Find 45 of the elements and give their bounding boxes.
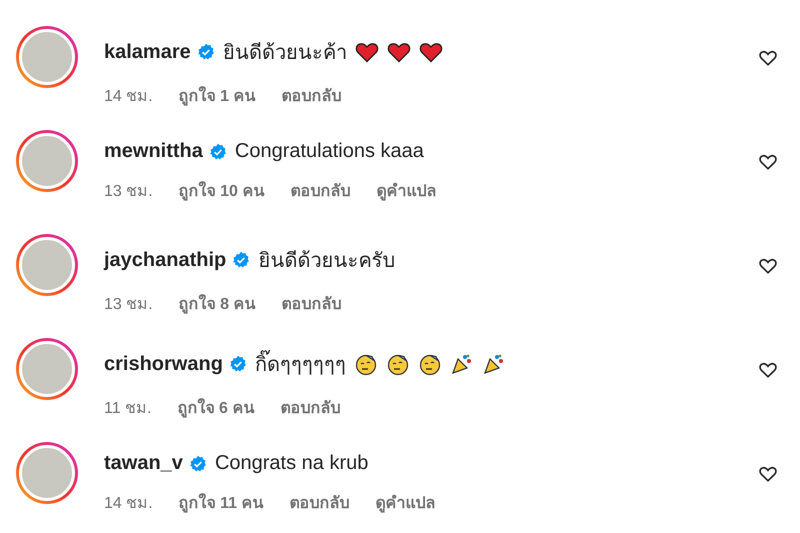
reply-link[interactable]: ตอบกลับ [290, 490, 350, 515]
comment-text: ยินดีด้วยนะค้า [222, 41, 347, 66]
party-popper-icon [482, 352, 506, 376]
avatar-placeholder [19, 445, 75, 501]
heart-outline-icon[interactable] [758, 152, 778, 172]
comment-time: 13 ชม. [104, 182, 153, 202]
avatar-placeholder [19, 29, 75, 85]
translate-link[interactable]: ดูคำแปล [376, 490, 436, 515]
reply-link[interactable]: ตอบกลับ [281, 291, 342, 316]
heart-icon [418, 40, 443, 64]
translate-link[interactable]: ดูคำแปล [376, 178, 436, 203]
avatar-placeholder [19, 341, 75, 397]
party-face-icon [418, 352, 442, 376]
comment-time: 11 ชม. [104, 399, 152, 419]
likes-link[interactable]: ถูกใจ 11 คน [178, 490, 264, 515]
likes-link[interactable]: ถูกใจ 10 คน [178, 178, 264, 203]
comment-text: ยินดีด้วยนะครับ [258, 249, 396, 274]
username-link[interactable]: kalamare [104, 40, 191, 64]
comment-text: Congrats na krub [214, 452, 368, 475]
reply-link[interactable]: ตอบกลับ [280, 395, 340, 420]
comment-time: 14 ชม. [104, 87, 153, 107]
comment-text: Congratulations kaaa [234, 140, 424, 163]
party-face-icon [354, 352, 378, 376]
comment-time: 14 ชม. [104, 494, 153, 514]
heart-outline-icon[interactable] [758, 256, 778, 276]
party-popper-icon [450, 352, 474, 376]
username-link[interactable]: mewnittha [104, 140, 203, 163]
likes-link[interactable]: ถูกใจ 8 คน [178, 291, 256, 316]
reply-link[interactable]: ตอบกลับ [290, 178, 350, 203]
reply-link[interactable]: ตอบกลับ [281, 83, 342, 108]
comment-time: 13 ชม. [104, 295, 153, 315]
party-face-icon [386, 352, 410, 376]
username-link[interactable]: tawan_v [104, 452, 183, 475]
avatar-placeholder [19, 133, 75, 189]
likes-link[interactable]: ถูกใจ 6 คน [178, 395, 254, 420]
comment-text: กิ๊ดๆๆๆๆๆๆ [254, 348, 346, 380]
heart-outline-icon[interactable] [758, 360, 778, 380]
heart-outline-icon[interactable] [758, 48, 778, 68]
username-link[interactable]: jaychanathip [104, 248, 226, 272]
heart-icon [354, 40, 379, 64]
likes-link[interactable]: ถูกใจ 1 คน [178, 83, 256, 108]
heart-outline-icon[interactable] [758, 464, 778, 484]
username-link[interactable]: crishorwang [104, 352, 223, 376]
heart-icon [386, 40, 411, 64]
avatar-placeholder [19, 237, 75, 293]
